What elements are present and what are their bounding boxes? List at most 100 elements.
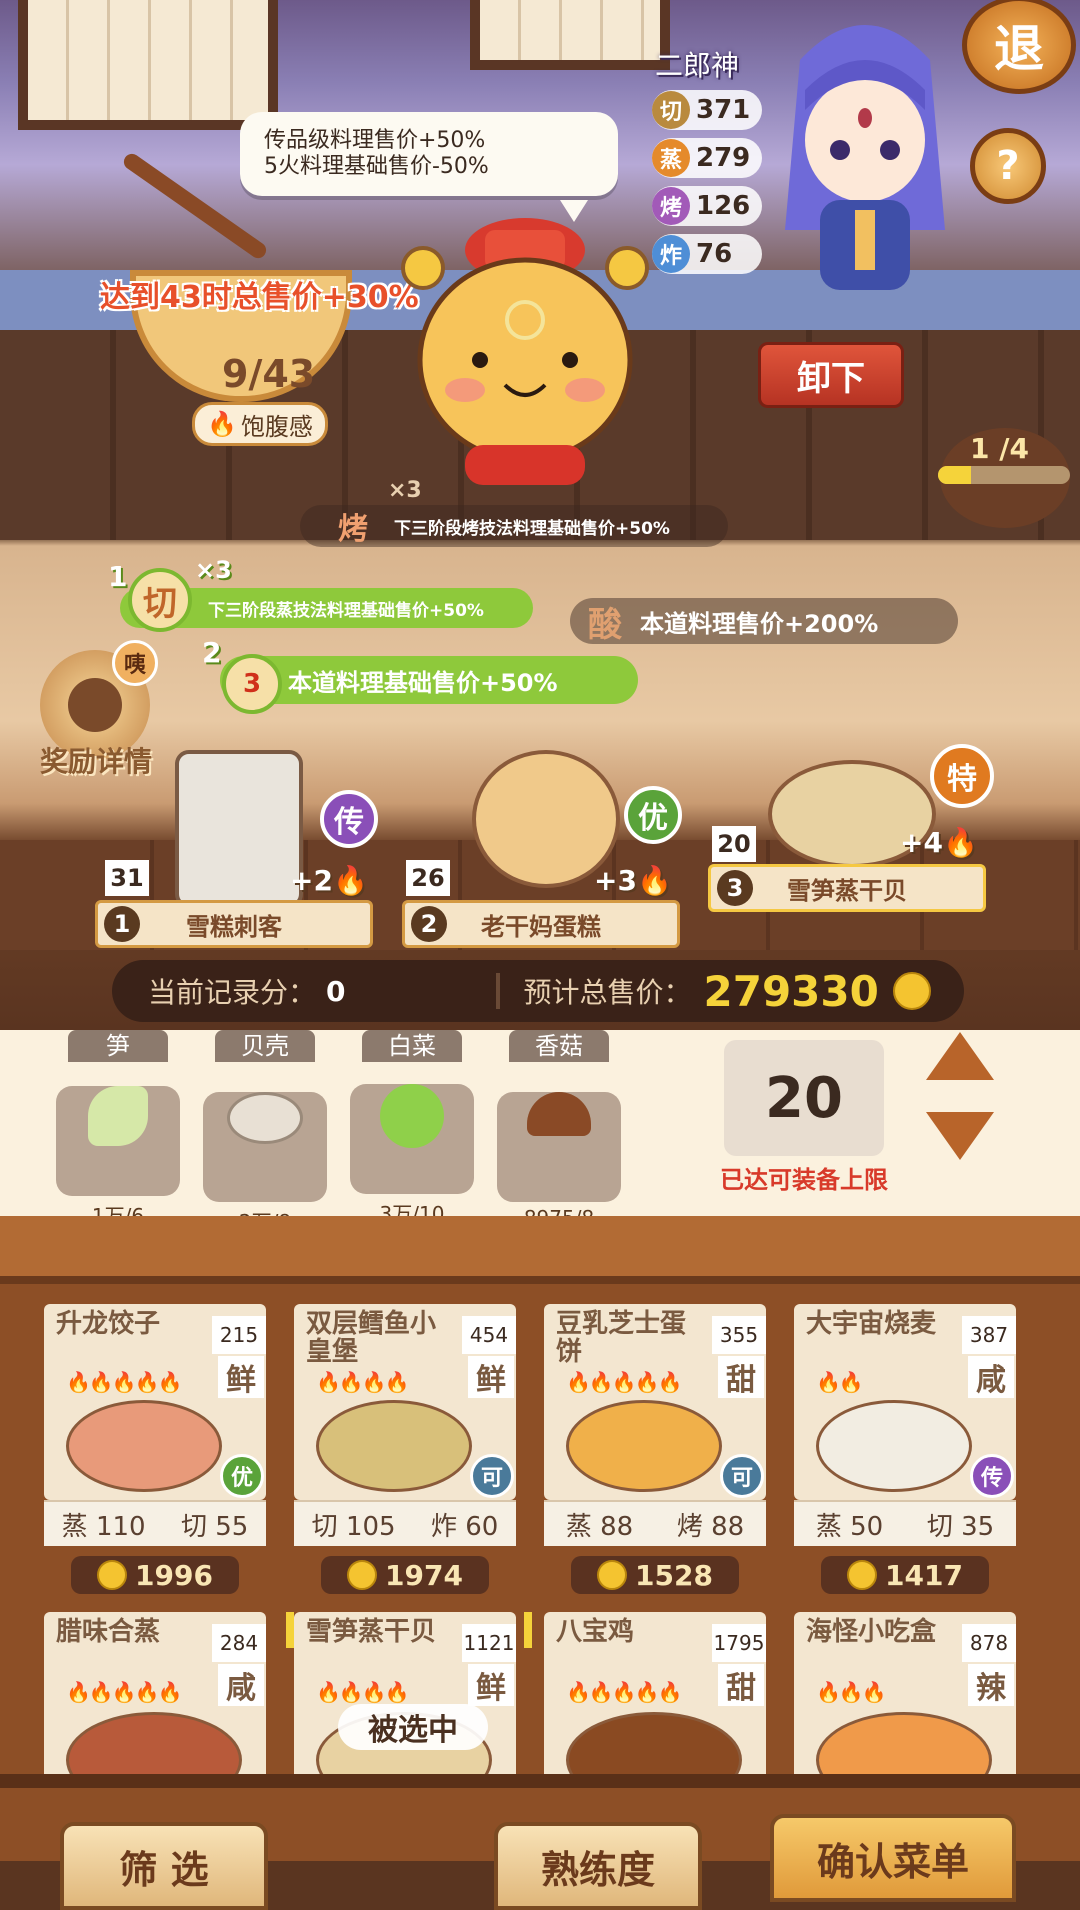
flavor-tag: 咸 — [218, 1664, 264, 1706]
recipe-name: 升龙饺子 — [56, 1309, 161, 1339]
selected-dish-3[interactable]: 20 特 +4🔥 3 雪笋蒸干贝 — [708, 744, 994, 920]
gift-icon — [68, 678, 122, 732]
roast-buff-icon: 烤 — [338, 512, 368, 547]
decrease-quantity-button[interactable] — [926, 1112, 994, 1160]
proficiency-button[interactable]: 熟练度 — [494, 1822, 702, 1910]
total-label: 预计总售价： — [523, 976, 692, 1009]
dish-number: 31 — [105, 860, 149, 896]
recipe-row-2: 腊味合蒸 284 咸 🔥🔥🔥🔥🔥 雪笋蒸干贝 1121 鲜 🔥🔥🔥🔥 被选中 八… — [44, 1612, 1044, 1782]
erlang-shen-character — [760, 0, 970, 300]
technique-icon: 蒸 — [815, 1511, 842, 1542]
confirm-menu-button[interactable]: 确认菜单 — [770, 1814, 1016, 1902]
cut-multiplier: ×3 — [195, 556, 232, 584]
grade-badge: 优 — [220, 1454, 264, 1498]
character-name: 二郎神 — [655, 49, 740, 82]
ingredient-name: 贝壳 — [215, 1030, 315, 1062]
dish-index: 1 — [104, 906, 140, 942]
total-value: 279330 — [703, 966, 879, 1016]
quantity-limit-note: 已达可装备上限 — [720, 1166, 888, 1194]
dish-image — [66, 1400, 222, 1492]
recipe-number: 215 — [212, 1316, 266, 1354]
recipe-card[interactable]: 雪笋蒸干贝 1121 鲜 🔥🔥🔥🔥 被选中 — [286, 1612, 532, 1782]
exit-button[interactable]: 退 — [962, 0, 1076, 94]
grade-badge: 特 — [930, 744, 994, 808]
recipe-card[interactable]: 海怪小吃盒 878 辣 🔥🔥🔥 — [794, 1612, 1016, 1782]
selected-dish-2[interactable]: 26 优 +3🔥 2 老干妈蛋糕 — [402, 750, 682, 950]
dish-number: 20 — [712, 826, 756, 862]
ingredient-box — [497, 1092, 621, 1202]
flavor-tag: 鲜 — [218, 1356, 264, 1398]
technique-icon: 切 — [180, 1511, 207, 1542]
recipe-card[interactable]: 腊味合蒸 284 咸 🔥🔥🔥🔥🔥 — [44, 1612, 266, 1782]
coin-icon — [597, 1560, 628, 1590]
dish-image — [816, 1400, 972, 1492]
recipe-card[interactable]: 升龙饺子 215 鲜 🔥🔥🔥🔥🔥 优 — [44, 1304, 266, 1500]
ingredient-bamboo[interactable]: 笋 1万/6 — [56, 1030, 180, 1229]
stat-1: 蒸 110 — [62, 1506, 146, 1543]
grade-badge: 传 — [970, 1454, 1014, 1498]
recipe-stats: 切 105 炸 60 — [294, 1500, 516, 1546]
recipe-card[interactable]: 豆乳芝士蛋饼 355 甜 🔥🔥🔥🔥🔥 可 — [544, 1304, 766, 1500]
slot-progress-text: 1 /4 — [970, 432, 1029, 465]
selection-corner — [488, 1612, 532, 1648]
technique-icon: 切 — [311, 1511, 338, 1542]
unload-button[interactable]: 卸下 — [758, 342, 904, 408]
recipe-number: 355 — [712, 1316, 766, 1354]
selected-dish-1[interactable]: 31 传 +2🔥 1 雪糕刺客 — [95, 750, 378, 950]
tooltip-bubble: 传品级料理售价+50% 5火料理基础售价-50% — [240, 112, 618, 196]
stat-value: 76 — [696, 239, 733, 269]
coin-icon — [97, 1560, 128, 1590]
buff-fire: 本道料理基础售价+50% — [220, 656, 638, 704]
sour-buff-icon: 酸 — [588, 604, 622, 645]
fire-rating: 🔥🔥🔥🔥🔥 — [66, 1680, 183, 1704]
reward-details-label[interactable]: 奖励详情 — [40, 740, 152, 780]
recipe-card[interactable]: 八宝鸡 1795 甜 🔥🔥🔥🔥🔥 — [544, 1612, 766, 1782]
technique-icon: 炸 — [430, 1511, 457, 1542]
stat-fry: 炸 76 — [652, 234, 762, 274]
stat-2: 切 55 — [181, 1506, 248, 1543]
recipe-name: 大宇宙烧麦 — [806, 1309, 937, 1339]
technique-value: 110 — [95, 1511, 146, 1542]
recipe-card[interactable]: 大宇宙烧麦 387 咸 🔥🔥 传 — [794, 1304, 1016, 1500]
recipe-stats: 蒸 110 切 55 — [44, 1500, 266, 1546]
slot-progress-fill — [938, 466, 971, 484]
increase-quantity-button[interactable] — [926, 1032, 994, 1080]
dish-image — [566, 1712, 742, 1782]
price-value: 1417 — [885, 1558, 963, 1592]
recipe-name: 双层鳕鱼小皇堡 — [306, 1309, 437, 1367]
technique-value: 50 — [850, 1511, 884, 1542]
ingredient-cabbage[interactable]: 白菜 3万/10 — [350, 1030, 474, 1227]
fire-buff-number: 2 — [202, 636, 222, 669]
stat-value: 371 — [696, 95, 751, 125]
fire-bonus-value: +2 — [290, 864, 333, 897]
fire-rating: 🔥🔥🔥 — [816, 1680, 887, 1704]
stat-value: 279 — [696, 143, 751, 173]
cut-buff-text: 下三阶段蒸技法料理基础售价+50% — [208, 600, 484, 621]
stat-roast: 烤 126 — [652, 186, 762, 226]
record-label: 当前记录分： — [148, 976, 317, 1009]
dish-label: 2 老干妈蛋糕 — [402, 900, 680, 948]
ingredient-box — [56, 1086, 180, 1196]
buff-roast: 烤 下三阶段烤技法料理基础售价+50% — [300, 505, 728, 547]
cabbage-icon — [380, 1084, 444, 1148]
ingredient-shell[interactable]: 贝壳 2万/8 — [203, 1030, 327, 1235]
ingredient-box — [350, 1084, 474, 1194]
technique-value: 105 — [345, 1511, 396, 1542]
recipe-number: 284 — [212, 1624, 266, 1662]
tooltip-line-2: 5火料理基础售价-50% — [264, 154, 489, 179]
dish-label: 1 雪糕刺客 — [95, 900, 373, 948]
filter-button[interactable]: 筛 选 — [60, 1822, 268, 1910]
dish-name: 雪糕刺客 — [186, 912, 282, 941]
recipe-price: 1417 — [821, 1556, 989, 1594]
shell-icon — [227, 1092, 303, 1144]
ingredient-box — [203, 1092, 327, 1202]
recipe-number: 454 — [462, 1316, 516, 1354]
ingredient-mushroom[interactable]: 香菇 8975/8 — [497, 1030, 621, 1230]
grade-badge: 传 — [320, 790, 378, 848]
recipe-card[interactable]: 双层鳕鱼小皇堡 454 鲜 🔥🔥🔥🔥 可 — [294, 1304, 516, 1500]
flavor-tag: 鲜 — [468, 1664, 514, 1706]
roast-buff-text: 下三阶段烤技法料理基础售价+50% — [394, 518, 670, 539]
cut-buff-number: 1 — [108, 560, 128, 593]
coin-icon — [892, 972, 931, 1010]
help-button[interactable]: ? — [970, 128, 1046, 204]
